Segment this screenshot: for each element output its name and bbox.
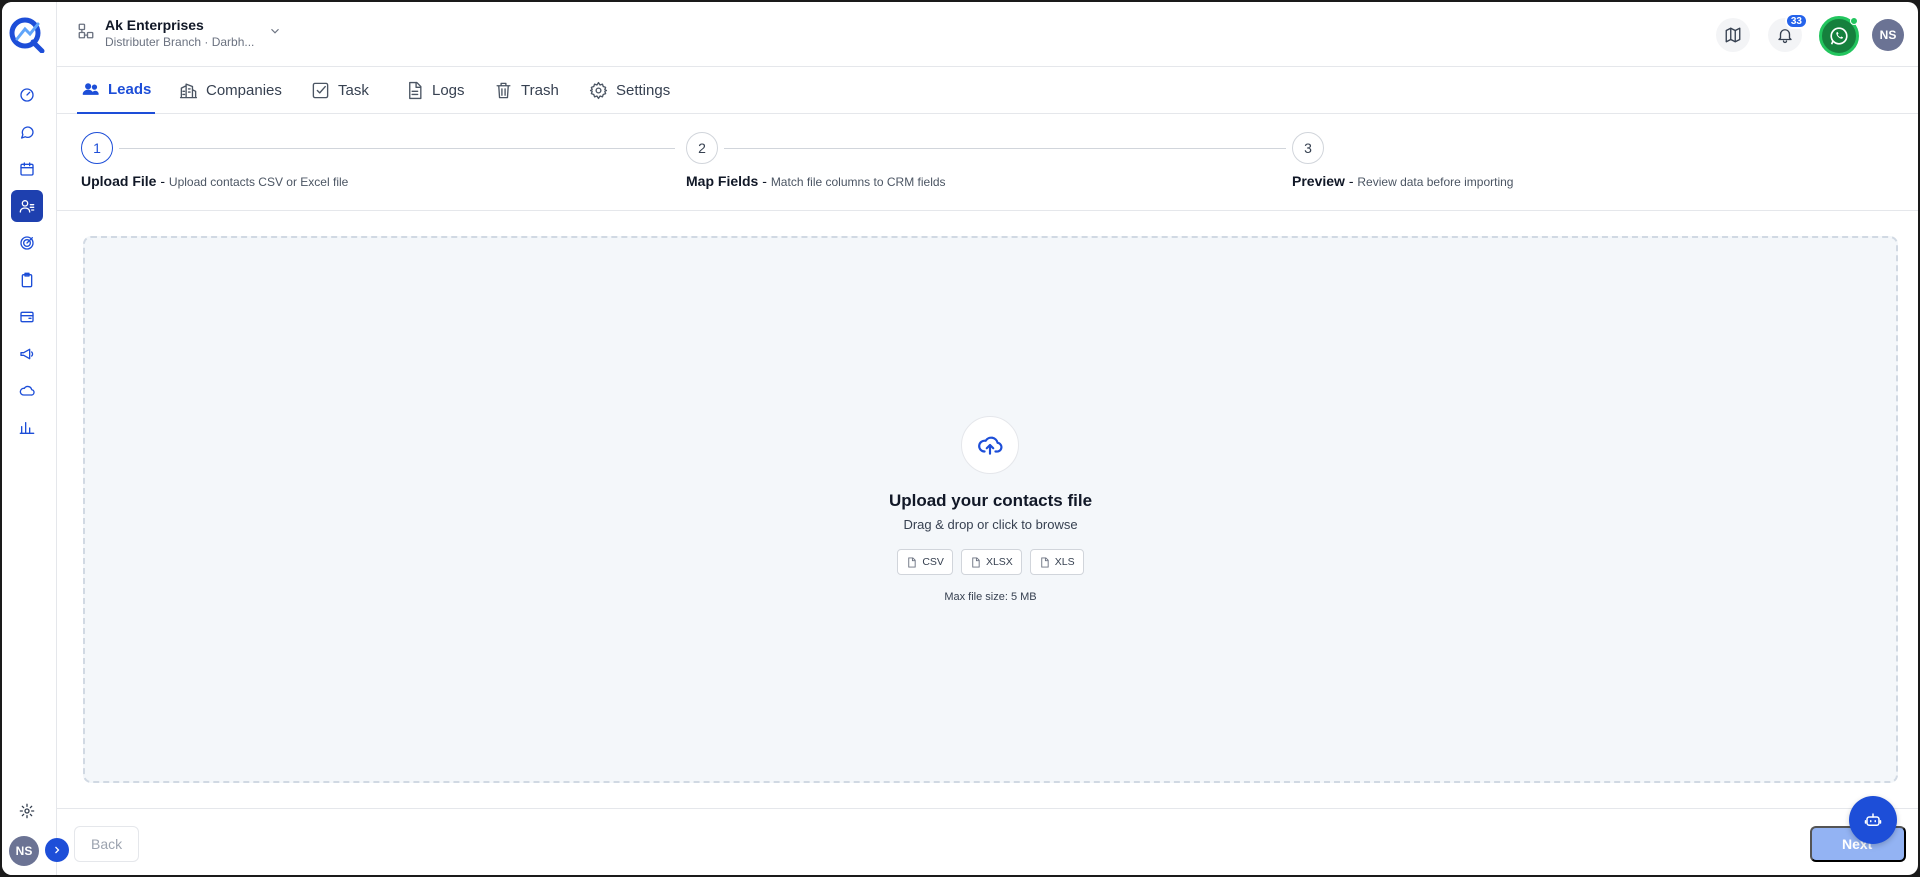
step-description: Review data before importing <box>1357 175 1514 189</box>
trash-icon <box>496 82 511 99</box>
step-title: Preview <box>1292 173 1345 189</box>
org-name: Ak Enterprises <box>105 17 204 33</box>
bar-chart-icon <box>19 422 35 434</box>
cloud-icon <box>19 385 35 396</box>
sidebar-item-chat[interactable] <box>11 116 43 148</box>
max-file-size: Max file size: 5 MB <box>944 591 1037 603</box>
tab-label: Leads <box>108 81 152 98</box>
tab-label: Logs <box>432 82 465 99</box>
step-2-number: 2 <box>686 132 718 164</box>
wizard-footer: Back Next <box>57 808 1918 875</box>
online-indicator <box>1850 17 1858 25</box>
users-icon <box>82 83 99 95</box>
org-branch: Distributer Branch · Darbh... <box>105 35 255 49</box>
step-description: Match file columns to CRM fields <box>770 175 946 189</box>
app-logo[interactable] <box>8 15 46 54</box>
file-icon <box>409 81 422 100</box>
user-avatar[interactable]: NS <box>1872 19 1904 51</box>
format-chip-xlsx: XLSX <box>960 549 1022 575</box>
whatsapp-icon <box>1830 27 1848 45</box>
map-button[interactable] <box>1716 18 1750 52</box>
avatar[interactable]: NS <box>9 836 39 866</box>
tab-task[interactable]: Task <box>307 67 373 114</box>
clipboard-icon <box>21 272 33 288</box>
sidebar-item-reports[interactable] <box>11 412 43 444</box>
building-icon <box>179 83 198 99</box>
file-icon <box>908 556 916 568</box>
tab-label: Trash <box>521 82 559 99</box>
step-separator: - <box>1344 173 1358 189</box>
step-title: Map Fields <box>686 173 759 189</box>
robot-icon <box>1864 813 1882 826</box>
sidebar-item-targets[interactable] <box>11 227 43 259</box>
chevron-down-icon <box>268 24 282 43</box>
step-description: Upload contacts CSV or Excel file <box>168 175 349 189</box>
step-3-number: 3 <box>1292 132 1324 164</box>
notifications-button[interactable]: 33 <box>1768 13 1808 52</box>
file-icon <box>1041 556 1049 568</box>
sidebar-settings[interactable] <box>11 795 43 827</box>
sidebar-item-contacts[interactable] <box>11 190 43 222</box>
upload-icon-container <box>961 416 1019 474</box>
step-1-label: Upload File - Upload contacts CSV or Exc… <box>81 173 348 189</box>
import-stepper: 1 2 3 Upload File - Upload contacts CSV … <box>57 114 1918 211</box>
target-icon <box>20 236 34 250</box>
sidebar-item-dashboard[interactable] <box>11 79 43 111</box>
dropzone-subtitle: Drag & drop or click to browse <box>903 517 1078 532</box>
tab-companies[interactable]: Companies <box>175 67 286 114</box>
tab-settings[interactable]: Settings <box>585 67 674 114</box>
app-window: NS Ak Enterprises Distributer Branch · D… <box>2 2 1918 875</box>
tab-logs[interactable]: Logs <box>401 67 469 114</box>
sidebar-item-clipboard[interactable] <box>11 264 43 296</box>
format-label: XLSX <box>985 556 1013 568</box>
whatsapp-button[interactable] <box>1819 16 1859 56</box>
assistant-bot-button[interactable] <box>1849 796 1897 844</box>
module-tabs: Leads Companies Task Logs Trash Settings <box>57 67 1918 114</box>
org-switcher[interactable]: Ak Enterprises Distributer Branch · Darb… <box>77 16 282 50</box>
gear-icon <box>19 803 35 819</box>
step-2-label: Map Fields - Match file columns to CRM f… <box>686 173 946 189</box>
dropzone-title: Upload your contacts file <box>888 491 1093 510</box>
user-list-icon <box>19 200 35 213</box>
step-separator: - <box>156 173 169 189</box>
sidebar: NS <box>2 2 69 875</box>
file-dropzone[interactable]: Upload your contacts file Drag & drop or… <box>83 236 1898 783</box>
org-tree-icon <box>77 22 95 45</box>
step-separator: - <box>758 173 771 189</box>
step-connector <box>119 148 675 149</box>
step-3-label: Preview - Review data before importing <box>1292 173 1513 189</box>
tab-label: Settings <box>616 82 671 99</box>
sidebar-item-calendar[interactable] <box>11 153 43 185</box>
step-1-number: 1 <box>81 132 113 164</box>
wallet-icon <box>20 311 34 323</box>
format-label: CSV <box>922 556 944 568</box>
calendar-icon <box>20 162 34 176</box>
format-chip-csv: CSV <box>897 549 953 575</box>
sidebar-item-billing[interactable] <box>11 301 43 333</box>
sidebar-item-cloud[interactable] <box>11 375 43 407</box>
megaphone-icon <box>20 348 34 360</box>
top-header: Ak Enterprises Distributer Branch · Darb… <box>57 2 1918 67</box>
tab-leads[interactable]: Leads <box>77 67 156 114</box>
gear-icon <box>589 81 608 100</box>
format-chip-xls: XLS <box>1029 549 1084 575</box>
chat-icon <box>21 126 34 139</box>
format-label: XLS <box>1054 556 1075 568</box>
format-chips: CSV XLSX XLS <box>85 549 1896 575</box>
notification-badge: 33 <box>1784 13 1808 29</box>
step-title: Upload File <box>81 173 157 189</box>
tab-trash[interactable]: Trash <box>490 67 563 114</box>
gauge-icon <box>20 88 34 102</box>
check-square-icon <box>312 82 329 99</box>
back-button[interactable]: Back <box>74 826 140 862</box>
tab-label: Companies <box>206 82 282 99</box>
step-connector <box>724 148 1286 149</box>
file-icon <box>972 556 980 568</box>
map-icon <box>1725 27 1741 43</box>
cloud-upload-icon <box>978 436 1003 455</box>
sidebar-item-campaigns[interactable] <box>11 338 43 370</box>
tab-label: Task <box>338 82 369 99</box>
